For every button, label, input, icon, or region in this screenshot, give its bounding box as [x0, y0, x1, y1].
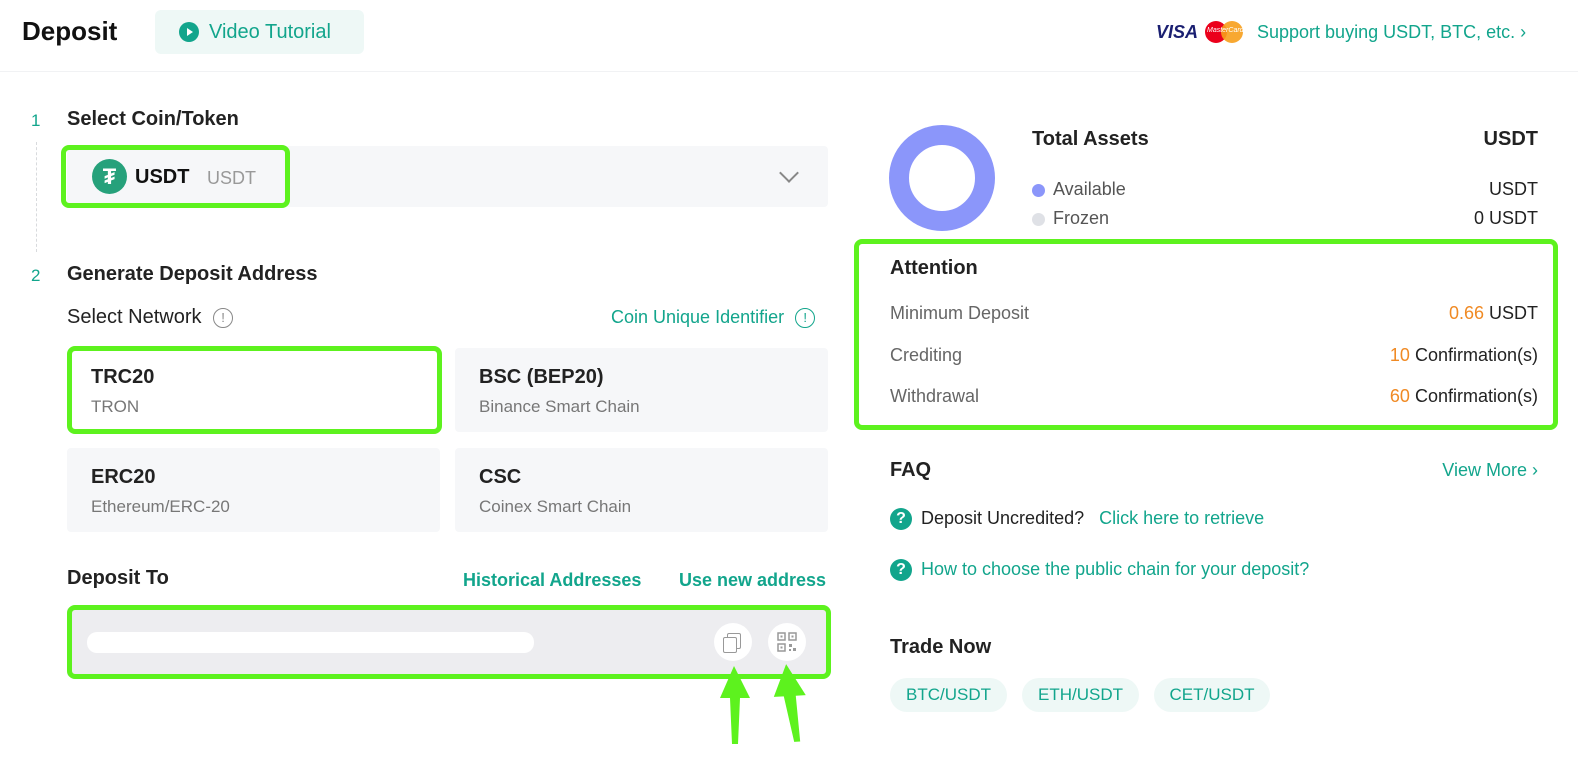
withdrawal-label: Withdrawal	[890, 386, 980, 406]
total-assets-title: Total Assets	[1032, 128, 1149, 150]
visa-logo: VISA	[1156, 22, 1199, 42]
available-row: Available	[1032, 179, 1126, 200]
minimum-deposit-value: 0.66 USDT	[1448, 303, 1538, 323]
network-name: BSC (BEP20)	[479, 366, 604, 388]
network-name: ERC20	[91, 466, 156, 488]
qr-code-icon[interactable]	[768, 623, 806, 661]
question-icon: ?	[890, 559, 912, 582]
network-option-csc[interactable]: CSC Coinex Smart Chain	[455, 448, 828, 532]
historical-addresses-link[interactable]: Historical Addresses	[463, 570, 641, 591]
video-tutorial-button[interactable]: Video Tutorial	[155, 10, 364, 54]
available-dot	[1032, 183, 1045, 197]
coin-name: USDT	[135, 166, 190, 188]
coin-symbol: USDT	[207, 168, 256, 188]
trade-now-title: Trade Now	[890, 636, 992, 658]
view-more-link[interactable]: View More ›	[1400, 460, 1538, 481]
trade-pair-cet-usdt[interactable]: CET/USDT	[1154, 678, 1270, 712]
support-buying-link[interactable]: Support buying USDT, BTC, etc. ›	[1257, 22, 1526, 43]
copy-icon[interactable]	[714, 623, 752, 661]
question-icon: ?	[890, 508, 912, 531]
info-icon: !	[795, 308, 816, 329]
info-icon[interactable]: !	[213, 307, 234, 328]
retrieve-link[interactable]: Click here to retrieve	[1099, 508, 1264, 528]
network-option-bsc[interactable]: BSC (BEP20) Binance Smart Chain	[455, 348, 828, 432]
crediting-value: 10 Confirmation(s)	[1389, 345, 1538, 365]
network-option-erc20[interactable]: ERC20 Ethereum/ERC-20	[67, 448, 440, 532]
step-number-1: 1	[31, 111, 41, 130]
available-value: USDT	[1489, 179, 1538, 199]
network-name: CSC	[479, 466, 522, 488]
minimum-deposit-label: Minimum Deposit	[890, 303, 1030, 323]
faq-item-choose-chain[interactable]: ? How to choose the public chain for you…	[890, 559, 1309, 582]
frozen-value: 0 USDT	[1473, 208, 1538, 228]
deposit-to-label: Deposit To	[67, 567, 169, 589]
withdrawal-value: 60 Confirmation(s)	[1389, 386, 1538, 406]
network-name: TRC20	[91, 366, 155, 388]
frozen-row: Frozen	[1032, 208, 1109, 229]
faq-item-uncredited: ? Deposit Uncredited? Click here to retr…	[890, 508, 1264, 531]
step-number-2: 2	[31, 266, 41, 285]
select-coin-title: Select Coin/Token	[67, 108, 239, 130]
network-option-trc20[interactable]: TRC20 TRON	[67, 348, 440, 432]
coin-unique-identifier-link[interactable]: Coin Unique Identifier !	[611, 307, 816, 329]
mastercard-logo: MasterCard	[1205, 21, 1244, 43]
attention-title: Attention	[890, 257, 978, 279]
tether-icon: ₮	[92, 159, 127, 194]
crediting-label: Crediting	[890, 345, 963, 365]
network-chain: Coinex Smart Chain	[479, 497, 632, 516]
faq-title: FAQ	[890, 459, 932, 481]
network-chain: Ethereum/ERC-20	[91, 497, 230, 516]
select-network-label: Select Network !	[67, 306, 234, 329]
annotation-arrows	[720, 664, 806, 744]
assets-donut-chart	[889, 125, 995, 231]
trade-pair-btc-usdt[interactable]: BTC/USDT	[890, 678, 1007, 712]
play-icon	[179, 22, 199, 42]
generate-address-title: Generate Deposit Address	[67, 263, 318, 285]
trade-pair-eth-usdt[interactable]: ETH/USDT	[1022, 678, 1139, 712]
network-chain: TRON	[91, 397, 140, 416]
total-assets-value: USDT	[1483, 128, 1538, 150]
deposit-address-value	[87, 632, 534, 653]
step-connector	[36, 142, 37, 252]
video-tutorial-label: Video Tutorial	[209, 20, 331, 43]
frozen-dot	[1032, 212, 1045, 226]
page-title: Deposit	[22, 16, 118, 46]
use-new-address-link[interactable]: Use new address	[679, 570, 826, 591]
network-chain: Binance Smart Chain	[479, 397, 640, 416]
